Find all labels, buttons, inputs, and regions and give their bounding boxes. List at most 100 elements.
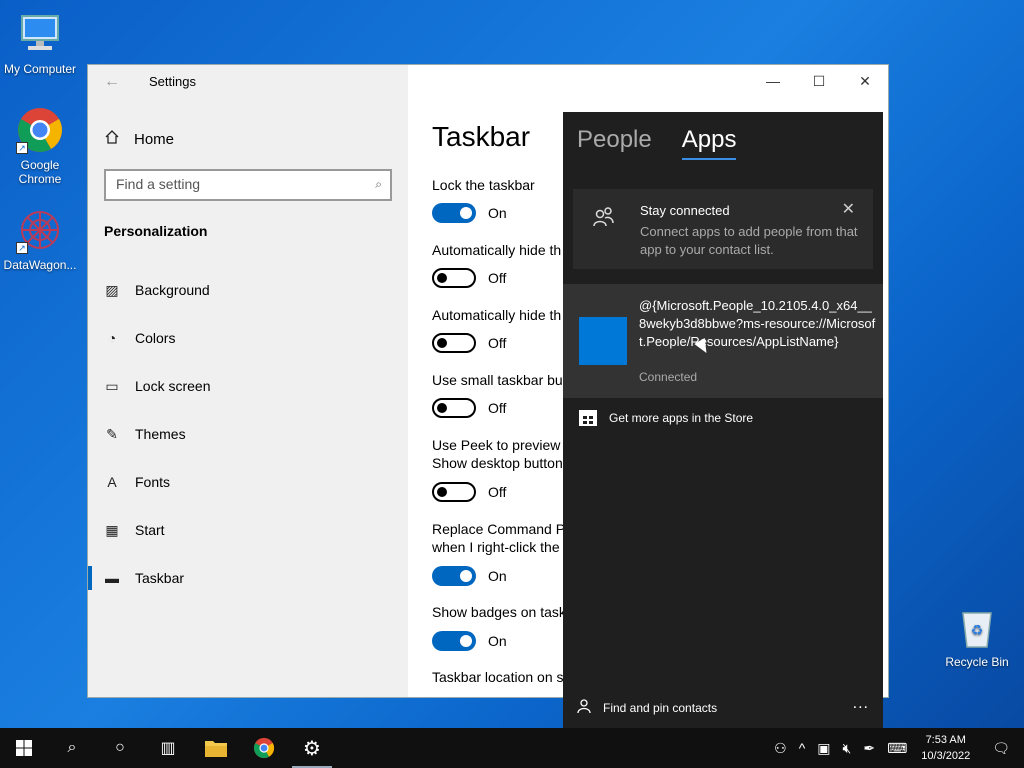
people-tabs: People Apps	[577, 126, 736, 160]
close-icon[interactable]: ✕	[842, 199, 855, 219]
people-icon[interactable]: ⚇	[768, 740, 793, 757]
toggle-switch[interactable]	[432, 482, 476, 502]
desktop-icon-recycle-bin[interactable]: ♻ Recycle Bin	[937, 603, 1017, 669]
setting-label: Automatically hide th	[432, 242, 562, 258]
search-icon: ⌕	[67, 739, 77, 756]
nav-home[interactable]: Home	[104, 129, 174, 149]
back-arrow-icon[interactable]: ←	[104, 73, 120, 91]
setting-label-line2: when I right-click the	[432, 539, 560, 555]
stay-connected-banner: Stay connected Connect apps to add peopl…	[573, 189, 873, 269]
image-icon: ▨	[105, 281, 119, 298]
toggle-lock-taskbar[interactable]: On	[432, 203, 507, 223]
clock[interactable]: 7:53 AM 10/3/2022	[913, 732, 978, 764]
folder-icon	[205, 741, 227, 757]
sidebar-item-background[interactable]: ▨ Background	[88, 266, 408, 314]
setting-label: Show badges on task	[432, 604, 566, 620]
system-tray: ⚇ ^ ▣ 🔇︎ ✒ ⌨ 7:53 AM 10/3/2022 🗨︎	[768, 728, 1024, 768]
sidebar-item-label: Fonts	[135, 474, 171, 490]
keyboard-icon[interactable]: ⌨	[881, 740, 913, 757]
pen-icon[interactable]: ✒	[857, 740, 881, 757]
store-icon	[579, 409, 597, 426]
close-icon[interactable]: ✕	[842, 65, 888, 97]
toggle-autohide-tablet[interactable]: Off	[432, 333, 506, 353]
store-link[interactable]: Get more apps in the Store	[579, 409, 754, 426]
toggle-powershell[interactable]: On	[432, 566, 507, 586]
chrome-icon: ↗	[16, 106, 64, 154]
find-contacts[interactable]: Find and pin contacts	[577, 699, 717, 716]
toggle-small-buttons[interactable]: Off	[432, 398, 506, 418]
toggle-switch[interactable]	[432, 566, 476, 586]
recycle-bin-icon: ♻	[953, 603, 1001, 651]
person-icon	[577, 699, 591, 716]
toggle-switch[interactable]	[432, 333, 476, 353]
sidebar-item-label: Colors	[135, 330, 176, 346]
toggle-switch[interactable]	[432, 631, 476, 651]
toggle-state: Off	[488, 270, 507, 286]
desktop-icon-my-computer[interactable]: My Computer	[0, 10, 80, 76]
toggle-state: On	[488, 633, 507, 649]
palette-icon: ◔	[107, 330, 117, 346]
nav-home-label: Home	[134, 130, 175, 148]
search-input[interactable]: Find a setting ⌕	[104, 169, 392, 201]
sidebar-item-colors[interactable]: ◔ Colors	[88, 314, 408, 362]
settings-taskbar-button[interactable]: ⚙	[288, 728, 336, 768]
toggle-state: Off	[488, 400, 507, 416]
file-explorer-button[interactable]	[192, 728, 240, 768]
toggle-switch[interactable]	[432, 268, 476, 288]
setting-label: Automatically hide th	[432, 307, 562, 323]
sidebar-item-themes[interactable]: ✎ Themes	[88, 410, 408, 458]
store-link-label: Get more apps in the Store	[609, 411, 754, 425]
minimize-icon[interactable]: —	[750, 65, 796, 97]
task-view-button[interactable]: ▥	[144, 728, 192, 768]
chevron-up-icon[interactable]: ^	[793, 740, 812, 756]
toggle-switch[interactable]	[432, 203, 476, 223]
start-icon: ▦	[105, 521, 119, 538]
tab-people[interactable]: People	[577, 126, 652, 154]
section-title: Personalization	[104, 223, 208, 239]
app-list-item[interactable]: @{Microsoft.People_10.2105.4.0_x64__8wek…	[563, 284, 883, 398]
setting-label: Taskbar location on s	[432, 669, 564, 685]
page-title: Taskbar	[432, 121, 531, 152]
desktop-icon-datawagon[interactable]: ↗ DataWagon...	[0, 206, 80, 272]
desktop-icon-label: Recycle Bin	[945, 655, 1009, 669]
desktop-icon-label: Google Chrome	[18, 158, 62, 186]
cortana-button[interactable]: ○	[96, 728, 144, 768]
task-view-icon: ▥	[160, 740, 176, 757]
more-options-icon[interactable]: ...	[853, 695, 869, 713]
brush-icon: ✎	[106, 425, 118, 442]
sidebar-item-lock-screen[interactable]: ▭ Lock screen	[88, 362, 408, 410]
toggle-autohide-desktop[interactable]: Off	[432, 268, 506, 288]
sidebar-item-label: Start	[135, 522, 165, 538]
search-button[interactable]: ⌕	[48, 728, 96, 768]
toggle-switch[interactable]	[432, 398, 476, 418]
app-name: @{Microsoft.People_10.2105.4.0_x64__8wek…	[639, 298, 876, 349]
chrome-taskbar-button[interactable]	[240, 728, 288, 768]
setting-label-line2: Show desktop button	[432, 455, 563, 471]
windows-logo-icon	[16, 740, 32, 756]
toggle-badges[interactable]: On	[432, 631, 507, 651]
sidebar-item-taskbar[interactable]: ▬ Taskbar	[88, 554, 408, 602]
tab-apps[interactable]: Apps	[681, 126, 736, 160]
toggle-state: On	[488, 205, 507, 221]
computer-icon	[16, 10, 64, 58]
clock-time: 7:53 AM	[925, 734, 966, 746]
maximize-icon[interactable]: ☐	[796, 65, 842, 97]
network-icon[interactable]: ▣	[811, 740, 836, 757]
setting-label: Replace Command Pr when I right-click th…	[432, 520, 570, 556]
toggle-state: Off	[488, 484, 507, 500]
find-contacts-label: Find and pin contacts	[603, 700, 718, 715]
toggle-peek[interactable]: Off	[432, 482, 506, 502]
setting-label-line1: Use Peek to preview t	[432, 437, 569, 453]
start-button[interactable]	[0, 728, 48, 768]
search-placeholder: Find a setting	[116, 176, 201, 192]
people-flyout: People Apps Stay connected Connect apps …	[563, 112, 883, 728]
sidebar-item-start[interactable]: ▦ Start	[88, 506, 408, 554]
window-controls: — ☐ ✕	[750, 65, 888, 97]
desktop-icon-chrome[interactable]: ↗ Google Chrome	[0, 106, 80, 186]
sidebar-item-fonts[interactable]: A Fonts	[88, 458, 408, 506]
toggle-state: Off	[488, 335, 507, 351]
volume-muted-icon[interactable]: 🔇︎	[837, 740, 858, 757]
banner-text: Connect apps to add people from that app…	[640, 224, 858, 257]
notification-icon[interactable]: 🗨︎	[978, 740, 1024, 757]
cortana-icon: ○	[115, 739, 125, 756]
